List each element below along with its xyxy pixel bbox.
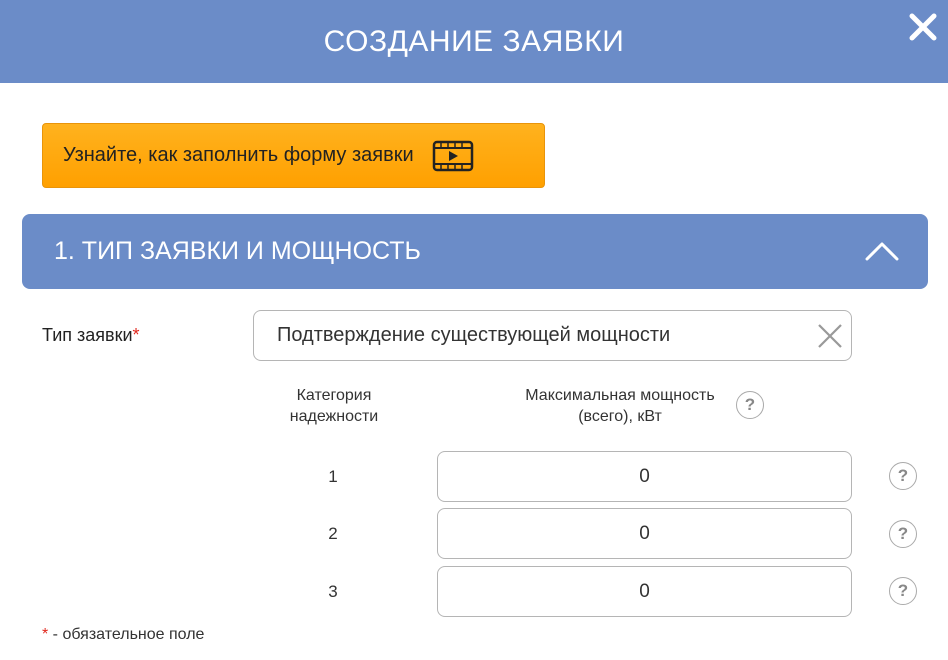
category-column-header: Категория надежности [289,387,379,425]
clear-icon[interactable] [817,323,843,349]
category-1-label: 1 [328,467,338,486]
power-input-category-1[interactable] [437,451,852,502]
category-2-label: 2 [328,524,338,543]
modal-title: СОЗДАНИЕ ЗАЯВКИ [323,24,625,58]
section-request-type-power[interactable]: 1. ТИП ЗАЯВКИ И МОЩНОСТЬ [22,214,928,289]
power-input-category-2[interactable] [437,508,852,559]
row-2-help-icon[interactable]: ? [889,520,917,548]
chevron-up-icon[interactable] [864,240,900,262]
how-to-fill-video-button[interactable]: Узнайте, как заполнить форму заявки [42,123,545,188]
power-help-icon[interactable]: ? [736,391,764,419]
modal-header: СОЗДАНИЕ ЗАЯВКИ [0,0,948,83]
section-title: 1. ТИП ЗАЯВКИ И МОЩНОСТЬ [54,237,421,265]
category-3-label: 3 [328,582,338,601]
request-type-select[interactable]: Подтверждение существующей мощности [253,310,852,361]
power-column-header: Максимальная мощность (всего), кВт [525,387,715,425]
footnote-text: - обязательное поле [48,626,205,643]
request-type-value: Подтверждение существующей мощности [277,324,671,346]
video-play-icon [432,140,473,171]
close-icon[interactable] [906,10,940,44]
required-field-note: * - обязательное поле [42,626,204,644]
power-input-category-3[interactable] [437,566,852,617]
row-1-help-icon[interactable]: ? [889,462,917,490]
required-mark: * [132,325,140,345]
video-button-label: Узнайте, как заполнить форму заявки [63,144,414,166]
row-3-help-icon[interactable]: ? [889,577,917,605]
request-type-label: Тип заявки* [42,325,140,345]
